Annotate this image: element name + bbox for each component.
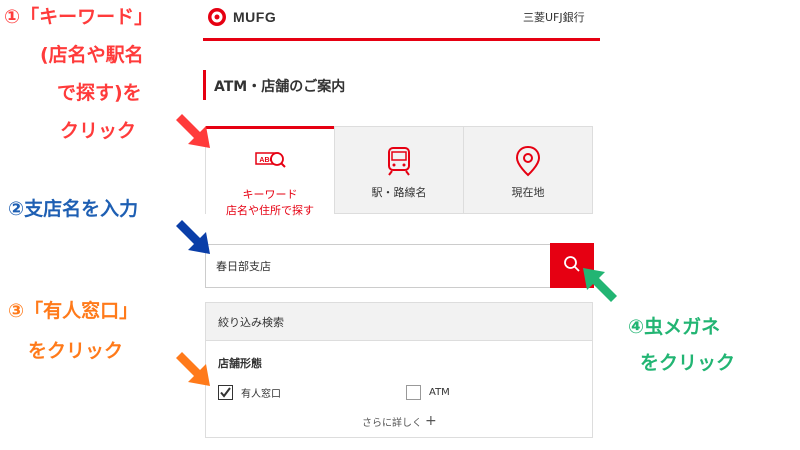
- tab-keyword-label: キーワード: [242, 188, 298, 201]
- logo-text: MUFG: [233, 9, 277, 25]
- more-details-label: さらに詳しく: [362, 417, 422, 429]
- tab-station-label: 駅・路線名: [371, 186, 427, 199]
- page-title: ATM・店舗のご案内: [214, 79, 346, 95]
- plus-icon: +: [425, 413, 437, 429]
- tab-keyword[interactable]: ABC キーワード 店名や住所で探す: [206, 126, 334, 217]
- title-accent-bar: [203, 70, 206, 100]
- location-pin-icon: [510, 143, 546, 179]
- filter-panel: 絞り込み検索 店舗形態 有人窓口 ATM さらに詳しく +: [205, 302, 593, 438]
- annotation-arrow-green-icon: [583, 268, 617, 302]
- keyword-search-icon: ABC: [252, 143, 288, 179]
- annotation-arrow-orange-icon: [176, 352, 210, 386]
- tab-location-label: 現在地: [511, 186, 545, 199]
- checkbox-atm[interactable]: [406, 385, 421, 400]
- tab-keyword-sublabel: 店名や住所で探す: [226, 204, 314, 217]
- option-atm[interactable]: ATM: [406, 385, 450, 400]
- tab-station[interactable]: 駅・路線名: [334, 127, 463, 213]
- mufg-logo[interactable]: MUFG: [207, 7, 276, 27]
- header-divider: [203, 38, 600, 41]
- annotation-step4-line2: をクリック: [640, 352, 736, 374]
- option-staffed-counter-label: 有人窓口: [241, 389, 281, 400]
- annotation-arrow-blue-icon: [176, 220, 210, 254]
- option-staffed-counter[interactable]: 有人窓口: [218, 385, 281, 400]
- tab-current-location[interactable]: 現在地: [463, 127, 592, 213]
- search-input[interactable]: 春日部支店: [205, 244, 550, 288]
- mufg-logo-icon: [207, 7, 227, 27]
- annotation-step1-line2: (店名や駅名: [40, 44, 144, 66]
- annotation-step1-line4: クリック: [60, 120, 137, 142]
- annotation-step1-line1: ①「キーワード」: [4, 6, 154, 28]
- annotation-arrow-red-icon: [176, 114, 210, 148]
- store-type-label: 店舗形態: [218, 357, 262, 370]
- option-atm-label: ATM: [429, 387, 450, 398]
- annotation-step2: ②支店名を入力: [8, 198, 139, 220]
- annotation-step3-line2: をクリック: [28, 340, 124, 362]
- annotation-step3-line1: ③「有人窓口」: [8, 300, 139, 322]
- annotation-step1-line3: で探す)を: [57, 82, 142, 104]
- filter-header[interactable]: 絞り込み検索: [206, 303, 592, 341]
- bank-name: 三菱UFJ銀行: [523, 11, 585, 24]
- train-icon: [381, 143, 417, 179]
- checkbox-staffed-counter[interactable]: [218, 385, 233, 400]
- annotation-step4-line1: ④虫メガネ: [628, 316, 721, 338]
- more-details-link[interactable]: さらに詳しく +: [362, 413, 437, 429]
- search-tabs: ABC キーワード 店名や住所で探す 駅・路線名 現在地: [205, 126, 593, 217]
